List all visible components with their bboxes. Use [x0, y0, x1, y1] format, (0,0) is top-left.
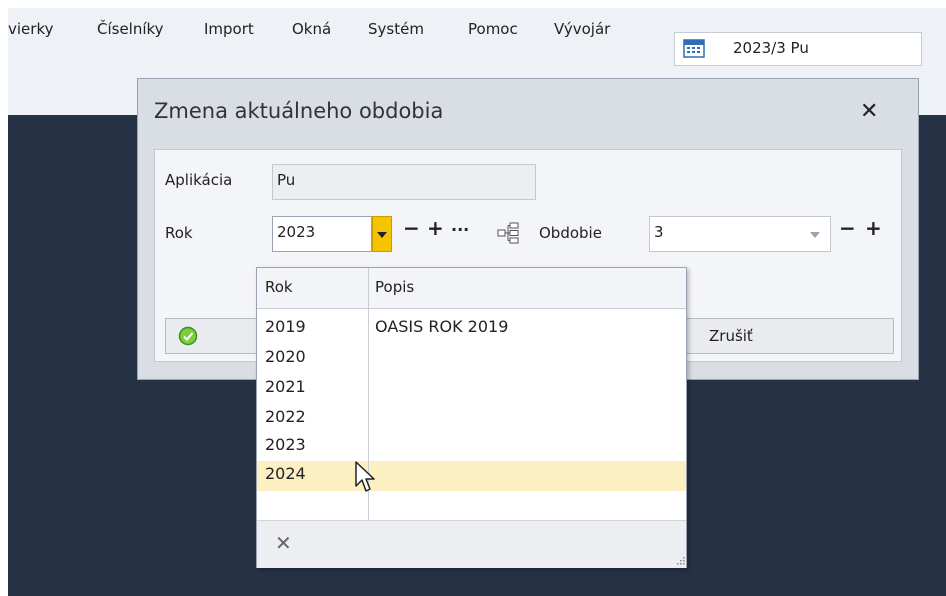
- year-cell: 2021: [265, 377, 306, 396]
- tree-lookup-icon[interactable]: [497, 222, 519, 244]
- dialog-title: Zmena aktuálneho obdobia: [154, 99, 444, 123]
- resize-grip-icon[interactable]: [675, 555, 685, 565]
- menu-system[interactable]: Systém: [368, 20, 424, 38]
- year-row[interactable]: 2021: [257, 374, 686, 404]
- year-row[interactable]: 2019 OASIS ROK 2019: [257, 314, 686, 344]
- year-row[interactable]: 2023: [257, 432, 686, 462]
- menu-vyvojar[interactable]: Vývojár: [554, 20, 610, 38]
- year-plus-button[interactable]: +: [427, 216, 444, 240]
- year-dropdown-button[interactable]: [372, 216, 392, 252]
- year-dropdown-popup: Rok Popis 2019 OASIS ROK 2019 2020 2021 …: [256, 267, 687, 568]
- year-cell: 2020: [265, 347, 306, 366]
- current-period-value: 2023/3 Pu: [733, 39, 809, 57]
- year-more-button[interactable]: ···: [451, 220, 469, 239]
- check-circle-icon: [178, 326, 198, 346]
- menu-uzavierky[interactable]: vierky: [8, 20, 53, 38]
- menu-pomoc[interactable]: Pomoc: [468, 20, 518, 38]
- menu-import[interactable]: Import: [204, 20, 254, 38]
- column-header-description[interactable]: Popis: [375, 278, 414, 296]
- column-header-year[interactable]: Rok: [265, 278, 293, 296]
- year-label: Rok: [165, 224, 193, 242]
- description-cell: OASIS ROK 2019: [375, 317, 509, 336]
- clear-selection-icon[interactable]: ✕: [275, 531, 292, 555]
- popup-header: Rok Popis: [257, 268, 686, 309]
- period-minus-button[interactable]: −: [839, 216, 856, 240]
- menu-okna[interactable]: Okná: [292, 20, 331, 38]
- year-cell: 2023: [265, 435, 306, 454]
- period-dropdown-arrow-icon[interactable]: [810, 232, 820, 238]
- year-minus-button[interactable]: −: [403, 216, 420, 240]
- year-row[interactable]: 2022: [257, 404, 686, 434]
- application-field: Pu: [272, 164, 536, 200]
- period-label: Obdobie: [539, 224, 602, 242]
- calendar-icon: [683, 39, 705, 58]
- year-combo-input[interactable]: 2023: [272, 216, 372, 252]
- year-row[interactable]: 2020: [257, 344, 686, 374]
- application-label: Aplikácia: [165, 171, 233, 189]
- popup-footer: ✕: [257, 520, 686, 568]
- year-cell: 2024: [265, 464, 306, 483]
- year-cell: 2019: [265, 317, 306, 336]
- period-plus-button[interactable]: +: [865, 216, 882, 240]
- year-row-selected[interactable]: 2024: [257, 461, 686, 491]
- year-cell: 2022: [265, 407, 306, 426]
- current-period-selector[interactable]: 2023/3 Pu: [674, 32, 922, 66]
- period-combo-input[interactable]: 3: [649, 216, 831, 252]
- cancel-button-label: Zrušiť: [709, 327, 753, 345]
- menu-ciselniky[interactable]: Číselníky: [97, 20, 164, 38]
- close-icon[interactable]: ✕: [860, 99, 878, 124]
- mouse-pointer-icon: [355, 461, 375, 492]
